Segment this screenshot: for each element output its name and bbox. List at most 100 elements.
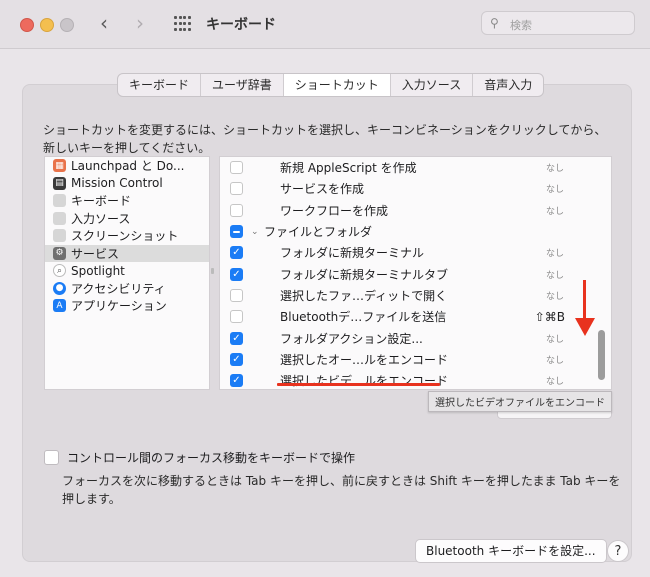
shortcut-checkbox[interactable]: ✓ [230, 352, 243, 366]
group-label: ファイルとフォルダ [264, 225, 373, 240]
window-title: キーボード [206, 17, 276, 33]
category-screenshots[interactable]: スクリーンショット [45, 227, 209, 245]
gear-icon: ⚙ [53, 246, 66, 260]
shortcut-checkbox[interactable] [230, 310, 243, 324]
tab-user-dictionary[interactable]: ユーザ辞書 [201, 74, 284, 96]
shortcut-label: 選択したオー…ルをエンコード [280, 352, 449, 367]
back-chevron-icon[interactable]: ‹ [100, 12, 108, 34]
category-label: キーボード [71, 194, 132, 209]
focus-description: フォーカスを次に移動するときは Tab キーを押し、前に戻すときは Shift … [62, 474, 621, 506]
shortcut-checkbox[interactable] [230, 288, 243, 302]
split-view-handle[interactable] [211, 268, 214, 274]
shortcut-key[interactable]: なし [546, 204, 564, 217]
search-icon: ⚲ [490, 16, 499, 30]
minimize-button[interactable] [40, 18, 54, 32]
shortcut-key[interactable]: なし [546, 246, 564, 259]
close-button[interactable] [20, 18, 34, 32]
category-accessibility[interactable]: ● アクセシビリティ [45, 280, 209, 298]
shortcut-checkbox[interactable] [230, 161, 243, 175]
category-list: ▦ Launchpad と Do... ▤ Mission Control キー… [44, 156, 210, 390]
shortcut-row[interactable]: ワークフローを作成 なし [220, 200, 611, 221]
shortcut-label: 選択したビデ…ルをエンコード [280, 374, 449, 389]
zoom-button[interactable] [60, 18, 74, 32]
setup-bluetooth-keyboard-button[interactable]: Bluetooth キーボードを設定... [415, 539, 607, 563]
focus-checkbox[interactable] [44, 450, 59, 465]
category-label: 入力ソース [71, 211, 131, 226]
shortcut-row[interactable]: ✓ 選択したビデ…ルをエンコード なし [220, 370, 611, 389]
shortcut-list-scrollbar[interactable] [598, 330, 605, 380]
accessibility-icon: ● [53, 281, 66, 295]
shortcut-label: フォルダに新規ターミナル [280, 246, 425, 261]
shortcut-row[interactable]: ✓ 選択したオー…ルをエンコード なし [220, 349, 611, 370]
shortcut-label: サービスを作成 [280, 182, 365, 197]
category-services[interactable]: ⚙ サービス [45, 244, 209, 262]
category-label: Launchpad と Do... [71, 159, 185, 174]
category-label: サービス [71, 246, 120, 261]
category-launchpad[interactable]: ▦ Launchpad と Do... [45, 157, 209, 175]
keyboard-icon [53, 194, 66, 208]
category-label: Spotlight [71, 263, 125, 278]
shortcut-checkbox[interactable] [230, 182, 243, 196]
launchpad-icon: ▦ [53, 159, 66, 173]
shortcut-group-row[interactable]: ⌄ ファイルとフォルダ [220, 221, 611, 242]
tooltip: 選択したビデオファイルをエンコード [428, 391, 612, 412]
category-label: スクリーンショット [71, 229, 179, 244]
shortcut-label: ワークフローを作成 [280, 203, 389, 218]
category-input-sources[interactable]: 入力ソース [45, 210, 209, 228]
forward-chevron-icon[interactable]: › [136, 12, 144, 34]
shortcut-label: Bluetoothデ…ファイルを送信 [280, 310, 447, 325]
category-label: Mission Control [71, 176, 163, 191]
shortcut-row[interactable]: 新規 AppleScript を作成 なし [220, 157, 611, 178]
shortcut-key[interactable]: なし [546, 374, 564, 387]
app-store-icon: A [53, 299, 66, 313]
keyboard-preferences-window: ‹ › キーボード ⚲ 検索 キーボード ユーザ辞書 ショートカット 入力ソース… [0, 0, 650, 577]
instructions-text: ショートカットを変更するには、ショートカットを選択し、キーコンビネーションをクリ… [43, 123, 607, 155]
help-button[interactable]: ? [607, 540, 629, 562]
focus-checkbox-label: コントロール間のフォーカス移動をキーボードで操作 [67, 451, 356, 465]
shortcut-label: フォルダアクション設定... [280, 331, 423, 346]
shortcut-row[interactable]: 選択したファ…ディットで開く なし [220, 285, 611, 306]
input-source-icon [53, 211, 66, 225]
mission-control-icon: ▤ [53, 176, 66, 190]
shortcut-key[interactable]: なし [546, 289, 564, 302]
screenshot-icon [53, 229, 66, 243]
shortcut-row[interactable]: Bluetoothデ…ファイルを送信 ⇧⌘B [220, 306, 611, 327]
shortcut-key[interactable]: なし [546, 268, 564, 281]
focus-option[interactable]: コントロール間のフォーカス移動をキーボードで操作 [44, 449, 355, 466]
annotation-arrow-down-icon [575, 280, 595, 340]
chevron-down-icon[interactable]: ⌄ [251, 227, 259, 237]
annotation-underline [277, 383, 440, 386]
shortcut-label: 新規 AppleScript を作成 [280, 161, 417, 176]
shortcut-key[interactable]: なし [546, 332, 564, 345]
tab-dictation[interactable]: 音声入力 [473, 74, 543, 96]
title-bar: ‹ › キーボード ⚲ 検索 [0, 0, 650, 49]
tab-shortcuts[interactable]: ショートカット [283, 74, 391, 96]
search-placeholder: 検索 [510, 19, 532, 32]
shortcut-checkbox[interactable]: ✓ [230, 267, 243, 281]
shortcut-key[interactable]: なし [546, 182, 564, 195]
shortcut-row[interactable]: ✓ フォルダに新規ターミナルタブ なし [220, 263, 611, 284]
shortcut-row[interactable]: サービスを作成 なし [220, 178, 611, 199]
shortcut-key[interactable]: なし [546, 161, 564, 174]
search-input[interactable]: ⚲ 検索 [481, 11, 635, 35]
category-label: アプリケーション [71, 299, 167, 314]
tab-bar: キーボード ユーザ辞書 ショートカット 入力ソース 音声入力 [117, 73, 545, 97]
category-mission-control[interactable]: ▤ Mission Control [45, 175, 209, 193]
shortcut-checkbox[interactable]: ✓ [230, 374, 243, 388]
group-checkbox[interactable] [230, 225, 243, 239]
tab-input-sources[interactable]: 入力ソース [391, 74, 474, 96]
show-all-grid-icon[interactable] [174, 16, 191, 32]
shortcut-key[interactable]: なし [546, 353, 564, 366]
tab-keyboard[interactable]: キーボード [118, 74, 202, 96]
shortcut-checkbox[interactable]: ✓ [230, 331, 243, 345]
category-label: アクセシビリティ [71, 281, 166, 296]
shortcut-checkbox[interactable]: ✓ [230, 246, 243, 260]
shortcut-key[interactable]: ⇧⌘B [535, 310, 565, 324]
spotlight-icon: ⌕ [53, 264, 66, 278]
category-keyboard[interactable]: キーボード [45, 192, 209, 210]
shortcut-row[interactable]: ✓ フォルダアクション設定... なし [220, 327, 611, 348]
category-spotlight[interactable]: ⌕ Spotlight [45, 262, 209, 280]
shortcut-row[interactable]: ✓ フォルダに新規ターミナル なし [220, 242, 611, 263]
shortcut-checkbox[interactable] [230, 203, 243, 217]
category-applications[interactable]: A アプリケーション [45, 297, 209, 315]
